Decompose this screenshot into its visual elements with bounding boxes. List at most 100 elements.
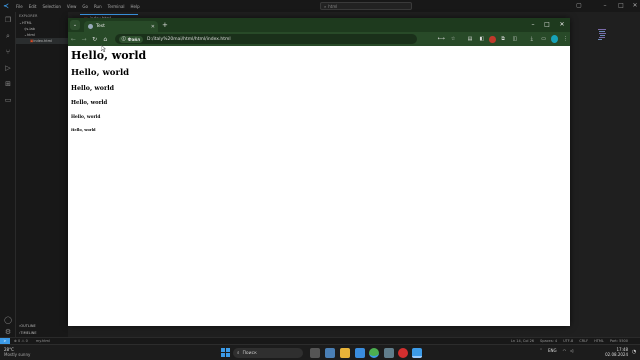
chrome-tab-bar: ⌄ Test ✕ + (68, 18, 570, 32)
app-icon[interactable] (384, 348, 394, 358)
app-icon[interactable] (355, 348, 365, 358)
heading-h2: Hello, world (71, 68, 130, 78)
line-ending[interactable]: CRLF (579, 339, 588, 343)
live-server-port[interactable]: Port: 5500 (610, 339, 628, 343)
outline-label: OUTLINE (20, 324, 36, 328)
tree-item-label: HTML (21, 21, 32, 25)
source-control-icon[interactable]: ⑂ (0, 44, 16, 60)
chrome-tab[interactable]: Test ✕ (84, 21, 158, 32)
layout-toggle-icon[interactable]: ▢ (574, 1, 584, 11)
bookmark-star-icon[interactable]: ☆ (449, 34, 458, 44)
timeline-section[interactable]: › TIMELINE (16, 330, 68, 336)
chrome-toolbar: ← → ↻ ⌂ ⓘ Файл D:/italy%20mai/html/html/… (68, 32, 570, 46)
task-view-icon[interactable] (310, 348, 320, 358)
vscode-search-text: html (328, 3, 338, 9)
translate-icon[interactable]: ⟷ (437, 34, 446, 44)
file-chip-label: Файл (127, 36, 141, 42)
wifi-icon[interactable]: ◠ (563, 348, 567, 353)
menu-view[interactable]: View (67, 4, 77, 9)
weather-widget[interactable]: 28°C Mostly sunny (4, 347, 30, 357)
explorer-title: EXPLORER (19, 14, 38, 18)
tree-item-index-html[interactable]: ▣ index.html (16, 38, 68, 44)
chrome-tab-title: Test (96, 24, 105, 29)
extension-icon[interactable] (489, 35, 496, 43)
system-tray: ˄ ENG ◠ ◁ (540, 348, 573, 353)
menu-selection[interactable]: Selection (42, 4, 60, 9)
taskbar-search-text: Поиск (242, 350, 257, 356)
keyboard-language[interactable]: ENG (548, 348, 557, 353)
file-scheme-chip[interactable]: ⓘ Файл (118, 35, 144, 43)
outline-section[interactable]: › OUTLINE (16, 323, 68, 329)
menu-file[interactable]: File (16, 4, 23, 9)
windows-start-icon[interactable] (221, 348, 230, 357)
tree-item-label: js-lab (25, 27, 35, 31)
menu-go[interactable]: Go (82, 4, 88, 9)
windows-taskbar: 28°C Mostly sunny ⌕ Поиск ˄ ENG ◠ ◁ 17:4… (0, 344, 640, 360)
encoding[interactable]: UTF-8 (563, 339, 573, 343)
explorer-panel: EXPLORER ⌄ HTML › js-lab ⌄ html ▣ index.… (16, 12, 68, 337)
tree-item-label: index.html (33, 39, 52, 43)
heading-h1: Hello, world (71, 49, 147, 62)
download-icon[interactable]: ⤓ (527, 34, 536, 44)
timeline-label: TIMELINE (20, 331, 37, 335)
more-menu-icon[interactable]: ⋮ (561, 34, 570, 44)
app-icon[interactable] (398, 348, 408, 358)
language-mode[interactable]: HTML (594, 339, 604, 343)
tab-group-icon[interactable]: ▭ (539, 34, 548, 44)
close-icon[interactable]: ✕ (151, 24, 155, 30)
vscode-icon[interactable] (412, 348, 422, 358)
extension-icon[interactable]: ▤ (466, 34, 475, 44)
clock[interactable]: 17:48 02.08.2024 (600, 347, 628, 357)
chrome-close-button[interactable]: ✕ (555, 20, 569, 30)
file-explorer-icon[interactable] (340, 348, 350, 358)
search-icon: ⌕ (324, 3, 327, 9)
vscode-close-button[interactable]: ✕ (630, 1, 640, 11)
cursor-position[interactable]: Ln 14, Col 26 (511, 339, 534, 343)
menu-help[interactable]: Help (131, 4, 140, 9)
menu-run[interactable]: Run (94, 4, 102, 9)
menu-terminal[interactable]: Terminal (108, 4, 125, 9)
forward-arrow-icon[interactable]: → (79, 33, 90, 45)
address-url: D:/italy%20mai/html/html/index.html (147, 36, 231, 42)
chrome-maximize-button[interactable]: □ (540, 20, 554, 30)
puzzle-icon[interactable]: ⧉ (499, 34, 508, 44)
tree-item-label: html (26, 33, 35, 37)
remote-explorer-icon[interactable]: ▭ (0, 92, 16, 108)
vscode-command-search[interactable]: ⌕ html (320, 2, 412, 10)
files-icon[interactable]: ❐ (0, 12, 16, 28)
tab-search-button[interactable]: ⌄ (70, 20, 80, 30)
extensions-icon[interactable]: ⊞ (0, 76, 16, 92)
minimap[interactable] (598, 28, 608, 44)
chrome-window: ⌄ Test ✕ + – □ ✕ ← → ↻ ⌂ ⓘ Файл D:/italy… (68, 18, 570, 326)
web-page-content: Hello, world Hello, world Hello, world H… (68, 46, 570, 326)
heading-h6: Hello, world (71, 128, 96, 132)
app-icon[interactable] (325, 348, 335, 358)
problems-indicator[interactable]: ⊗ 0 ⚠ 0 (14, 339, 28, 343)
vscode-maximize-button[interactable]: □ (616, 1, 626, 11)
side-panel-icon[interactable]: ◫ (510, 34, 519, 44)
indentation[interactable]: Spaces: 4 (540, 339, 557, 343)
reload-icon[interactable]: ↻ (89, 33, 100, 45)
volume-icon[interactable]: ◁ (570, 348, 573, 353)
run-debug-icon[interactable]: ▷ (0, 60, 16, 76)
notification-bell-icon[interactable]: ◔ (632, 349, 636, 355)
menu-edit[interactable]: Edit (29, 4, 37, 9)
weather-desc: Mostly sunny (4, 352, 31, 357)
taskbar-search[interactable]: ⌕ Поиск (233, 348, 303, 358)
new-tab-button[interactable]: + (162, 21, 168, 29)
address-bar[interactable]: ⓘ Файл D:/italy%20mai/html/html/index.ht… (114, 34, 417, 44)
back-arrow-icon[interactable]: ← (68, 33, 79, 45)
heading-h4: Hello, world (71, 100, 108, 106)
chrome-icon[interactable] (369, 348, 379, 358)
chrome-minimize-button[interactable]: – (526, 20, 540, 30)
search-icon[interactable]: ⌕ (0, 28, 16, 44)
home-icon[interactable]: ⌂ (100, 33, 111, 45)
status-branch[interactable]: my.html (36, 339, 50, 343)
avatar[interactable] (551, 35, 559, 43)
chevron-up-icon[interactable]: ˄ (540, 348, 542, 353)
vscode-minimize-button[interactable]: – (600, 1, 610, 11)
extension-icon[interactable]: ◧ (477, 34, 486, 44)
search-icon: ⌕ (237, 351, 240, 356)
heading-h3: Hello, world (71, 85, 115, 92)
globe-icon (88, 24, 93, 29)
